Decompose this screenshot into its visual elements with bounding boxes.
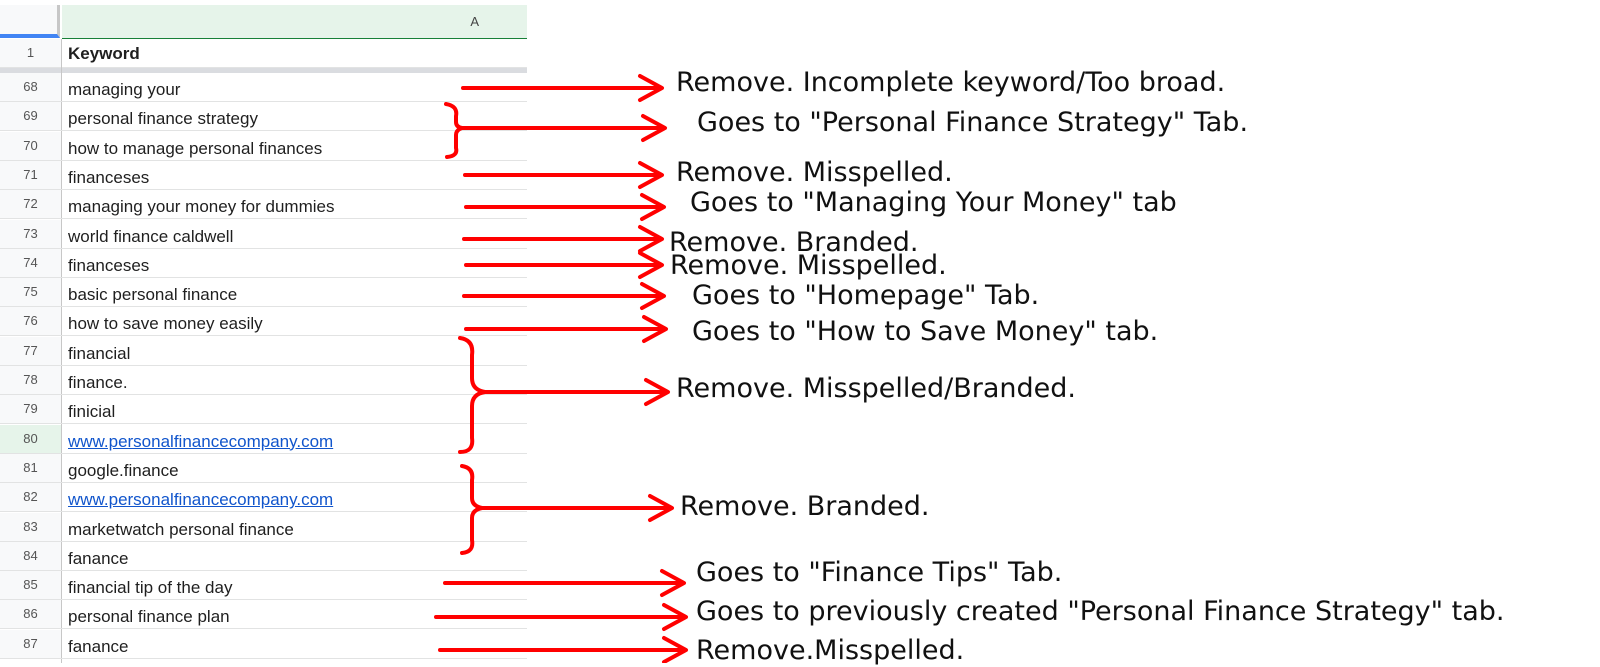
annotation-label: Goes to previously created "Personal Fin… bbox=[696, 596, 1505, 627]
annotation-label: Remove. Misspelled. bbox=[670, 250, 947, 281]
arrow bbox=[483, 378, 670, 406]
arrow bbox=[434, 603, 688, 631]
brace bbox=[460, 464, 484, 555]
arrow bbox=[461, 74, 664, 102]
arrow bbox=[480, 494, 674, 522]
annotation-label: Remove. Misspelled. bbox=[676, 157, 953, 188]
annotation-label: Goes to "Managing Your Money" tab bbox=[690, 187, 1177, 218]
arrow bbox=[462, 282, 666, 310]
arrow bbox=[460, 114, 667, 142]
annotation-label: Remove. Incomplete keyword/Too broad. bbox=[676, 67, 1226, 98]
annotation-label: Goes to "How to Save Money" tab. bbox=[692, 316, 1159, 347]
brace bbox=[458, 336, 487, 454]
brace bbox=[444, 102, 464, 159]
annotation-label: Goes to "Homepage" Tab. bbox=[692, 280, 1040, 311]
arrow bbox=[463, 161, 664, 189]
arrow bbox=[462, 225, 664, 253]
annotation-label: Remove. Branded. bbox=[680, 491, 930, 522]
arrow bbox=[464, 193, 666, 221]
arrow bbox=[443, 569, 686, 597]
arrow bbox=[464, 315, 668, 343]
arrow bbox=[438, 636, 688, 663]
annotation-label: Remove.Misspelled. bbox=[696, 635, 965, 666]
arrow bbox=[464, 251, 664, 279]
annotation-label: Remove. Misspelled/Branded. bbox=[676, 373, 1077, 404]
annotation-label: Goes to "Finance Tips" Tab. bbox=[696, 557, 1063, 588]
annotation-label: Goes to "Personal Finance Strategy" Tab. bbox=[697, 107, 1249, 138]
